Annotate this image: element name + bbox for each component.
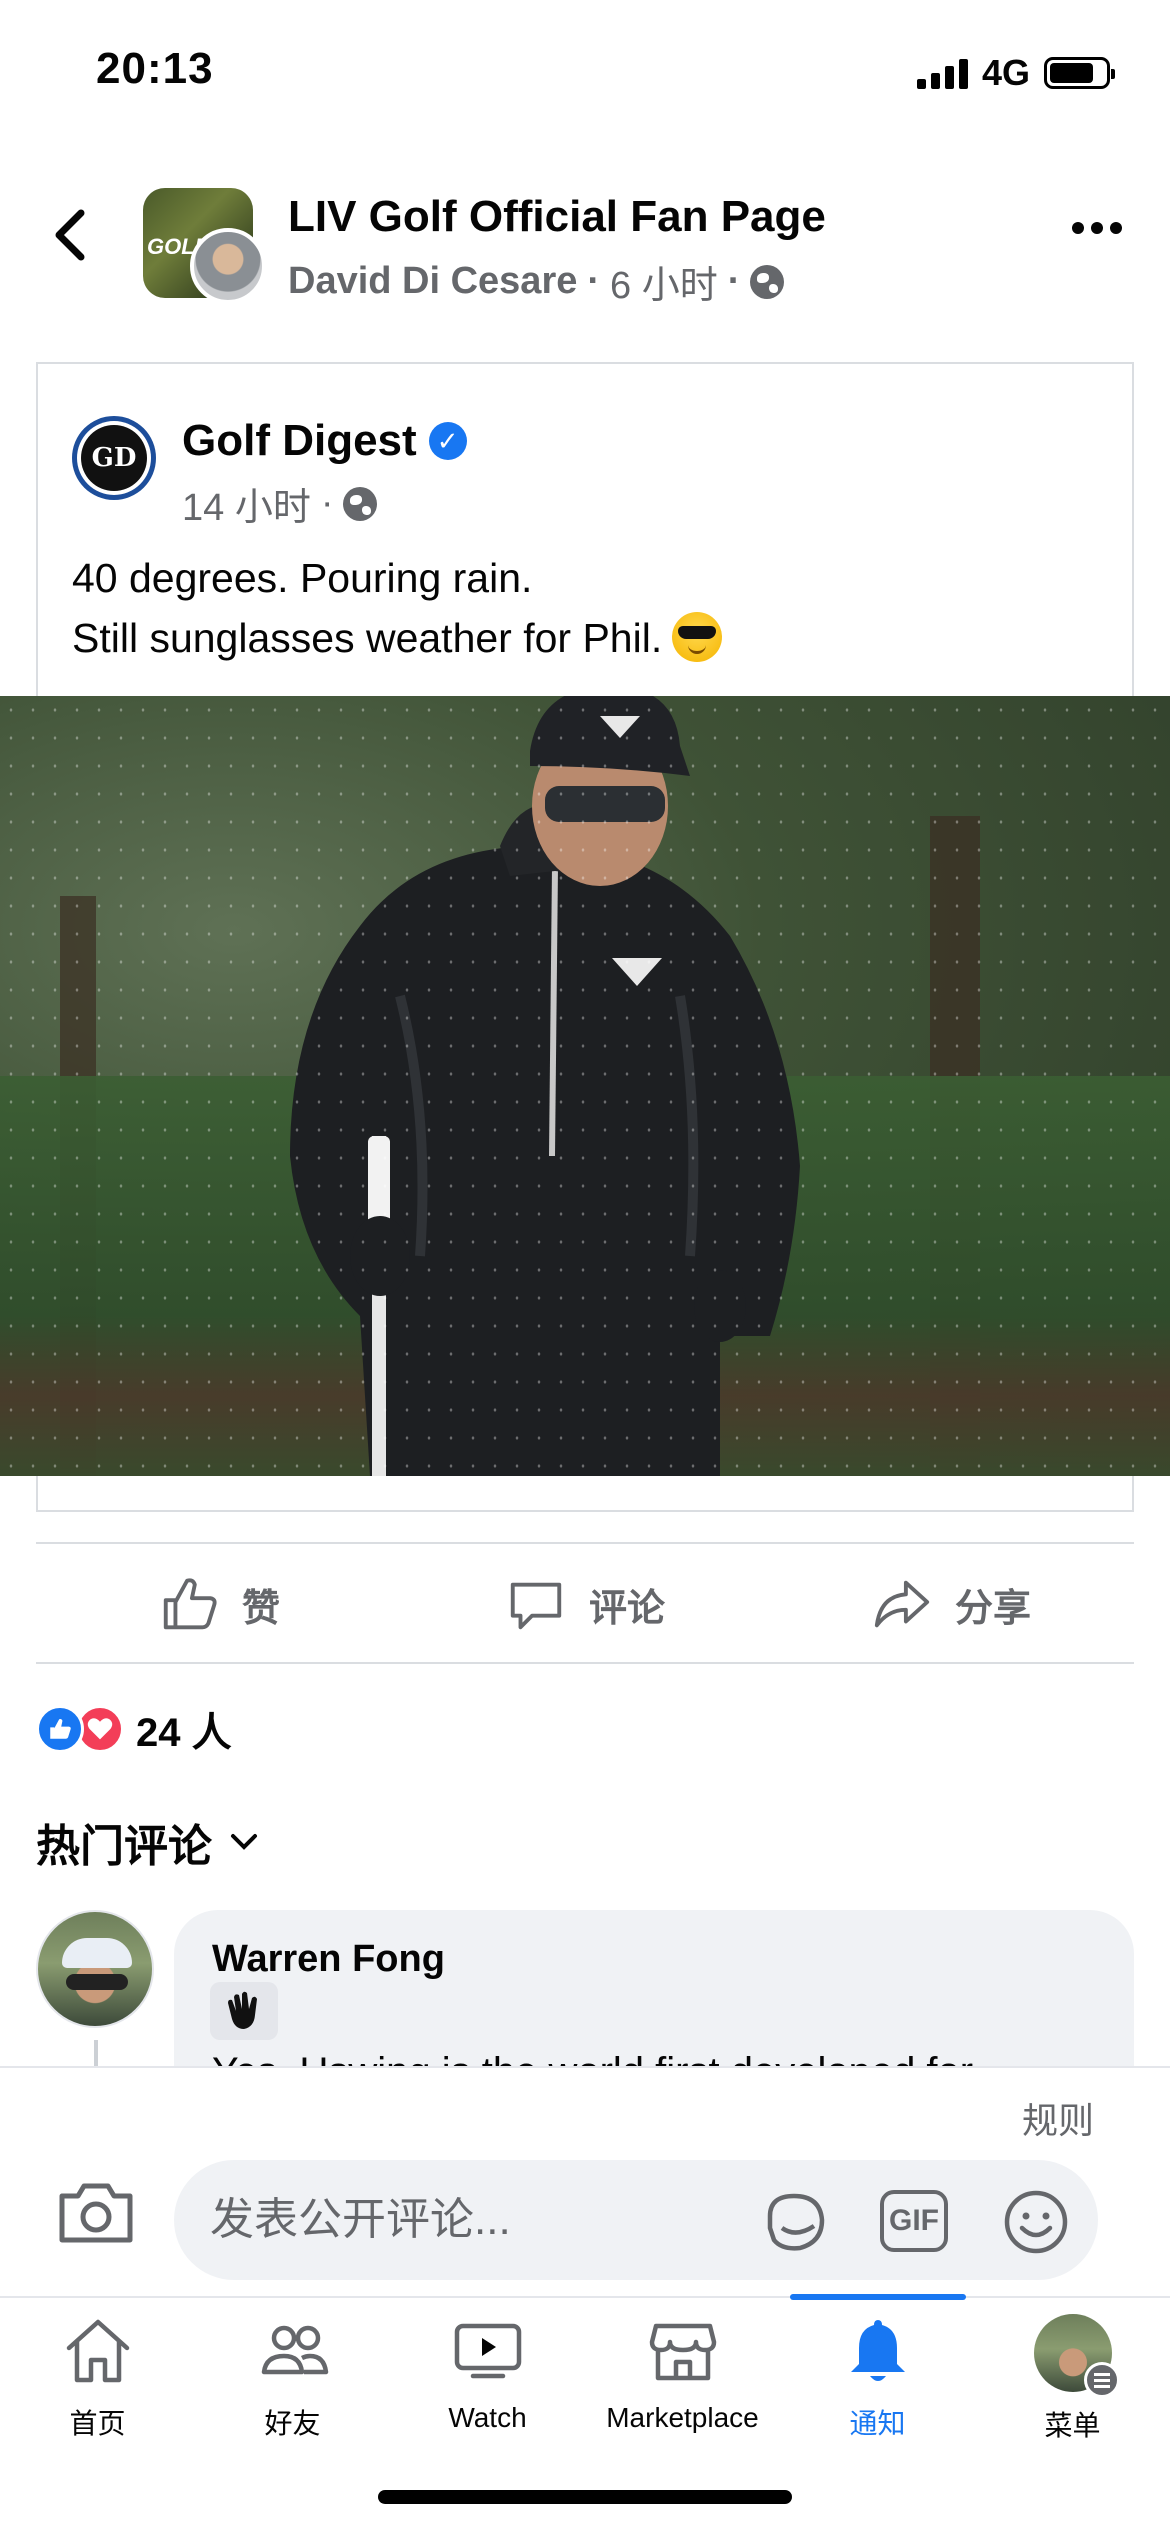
tab-home[interactable]: 首页 <box>0 2298 195 2458</box>
marketplace-store-icon <box>649 2323 716 2381</box>
tab-menu[interactable]: 菜单 <box>975 2298 1170 2458</box>
verified-badge-icon: ✓ <box>428 422 467 460</box>
signal-icon <box>916 57 968 89</box>
author-name[interactable]: David Di Cesare <box>288 260 577 303</box>
comment-button[interactable]: 评论 <box>402 1545 768 1663</box>
post-actions: 赞 评论 分享 <box>36 1545 1134 1663</box>
bell-icon <box>850 2320 905 2381</box>
post-text-line-1: 40 degrees. Pouring rain. <box>72 555 533 601</box>
share-icon <box>874 1580 930 1628</box>
rules-link[interactable]: 规则 <box>1022 2092 1094 2144</box>
post-time[interactable]: 6 小时 <box>610 254 718 309</box>
wave-hand-icon <box>210 1982 278 2040</box>
globe-icon <box>750 264 785 299</box>
tab-notifications[interactable]: 通知 <box>780 2298 975 2458</box>
shared-author-name-row: Golf Digest ✓ <box>182 416 467 466</box>
reaction-count: 24 人 <box>136 1711 232 1755</box>
emoji-icon[interactable] <box>1000 2186 1072 2258</box>
meta-separator: · <box>727 260 741 302</box>
share-button[interactable]: 分享 <box>768 1545 1134 1663</box>
gif-button[interactable]: GIF <box>880 2190 948 2252</box>
tab-notifications-label: 通知 <box>849 2408 906 2439</box>
author-avatar[interactable] <box>190 228 266 304</box>
home-indicator <box>378 2490 792 2504</box>
post-text: 40 degrees. Pouring rain. Still sunglass… <box>72 548 723 668</box>
comment-sort-selector[interactable]: 热门评论 <box>36 1810 258 1874</box>
reactions-summary[interactable]: 24 人 <box>36 1700 232 1758</box>
comment-input-box[interactable]: GIF <box>174 2160 1098 2280</box>
post-text-line-2: Still sunglasses weather for Phil. <box>72 615 663 661</box>
watch-video-icon <box>454 2323 521 2379</box>
network-type: 4G <box>981 52 1030 93</box>
tab-watch[interactable]: Watch <box>390 2298 585 2458</box>
tab-home-label: 首页 <box>69 2408 126 2439</box>
shared-author-avatar[interactable]: GD <box>72 416 156 500</box>
shared-author-logo: GD <box>81 425 147 491</box>
meta-separator: · <box>587 260 601 302</box>
profile-avatar <box>1033 2314 1120 2398</box>
camera-button[interactable] <box>56 2180 136 2246</box>
friends-icon <box>261 2325 328 2375</box>
status-bar: 20:13 4G <box>0 0 1170 150</box>
status-time: 20:13 <box>96 44 214 93</box>
rain-overlay <box>0 696 1170 1476</box>
comment-composer: 规则 GIF <box>0 2066 1170 2296</box>
like-button[interactable]: 赞 <box>36 1545 402 1663</box>
thumbs-up-icon <box>163 1578 217 1630</box>
tab-marketplace[interactable]: Marketplace <box>585 2298 780 2458</box>
battery-icon <box>1044 57 1115 89</box>
status-indicators: 4G <box>916 52 1115 94</box>
more-options-button[interactable] <box>1072 222 1122 234</box>
comment-input[interactable] <box>210 2182 730 2258</box>
commenter-name[interactable]: Warren Fong <box>212 1938 445 1981</box>
like-reaction-icon <box>36 1705 84 1753</box>
divider <box>36 1662 1134 1664</box>
menu-icon <box>1083 2362 1120 2398</box>
home-icon <box>66 2319 129 2383</box>
shared-post-time[interactable]: 14 小时 <box>182 476 311 531</box>
meta-separator: · <box>320 482 334 524</box>
comment-icon <box>510 1582 562 1630</box>
comment-sort-label: 热门评论 <box>36 1822 212 1871</box>
tab-friends-label: 好友 <box>264 2408 321 2439</box>
chevron-left-icon <box>55 209 85 261</box>
like-label: 赞 <box>241 1587 280 1630</box>
tab-friends[interactable]: 好友 <box>195 2298 390 2458</box>
divider <box>36 1542 1134 1544</box>
page-title[interactable]: LIV Golf Official Fan Page <box>288 192 826 242</box>
back-button[interactable] <box>40 200 100 270</box>
shared-author-name[interactable]: Golf Digest <box>182 416 417 466</box>
share-label: 分享 <box>954 1587 1031 1630</box>
avatar-sticker-icon[interactable] <box>760 2186 832 2258</box>
post-meta: David Di Cesare · 6 小时 · <box>288 254 785 309</box>
chevron-down-icon <box>231 1834 257 1850</box>
globe-icon <box>343 486 378 521</box>
camera-icon <box>59 2183 133 2243</box>
sunglasses-emoji-icon <box>672 612 723 662</box>
tab-menu-label: 菜单 <box>1044 2410 1101 2441</box>
tab-marketplace-label: Marketplace <box>606 2402 759 2433</box>
commenter-avatar[interactable] <box>36 1910 154 2028</box>
post-header: GOLF LIV Golf Official Fan Page David Di… <box>0 170 1170 310</box>
post-photo[interactable] <box>0 696 1170 1476</box>
shared-post-meta: 14 小时 · <box>182 476 378 531</box>
tab-watch-label: Watch <box>448 2402 527 2433</box>
comment-label: 评论 <box>588 1587 665 1630</box>
